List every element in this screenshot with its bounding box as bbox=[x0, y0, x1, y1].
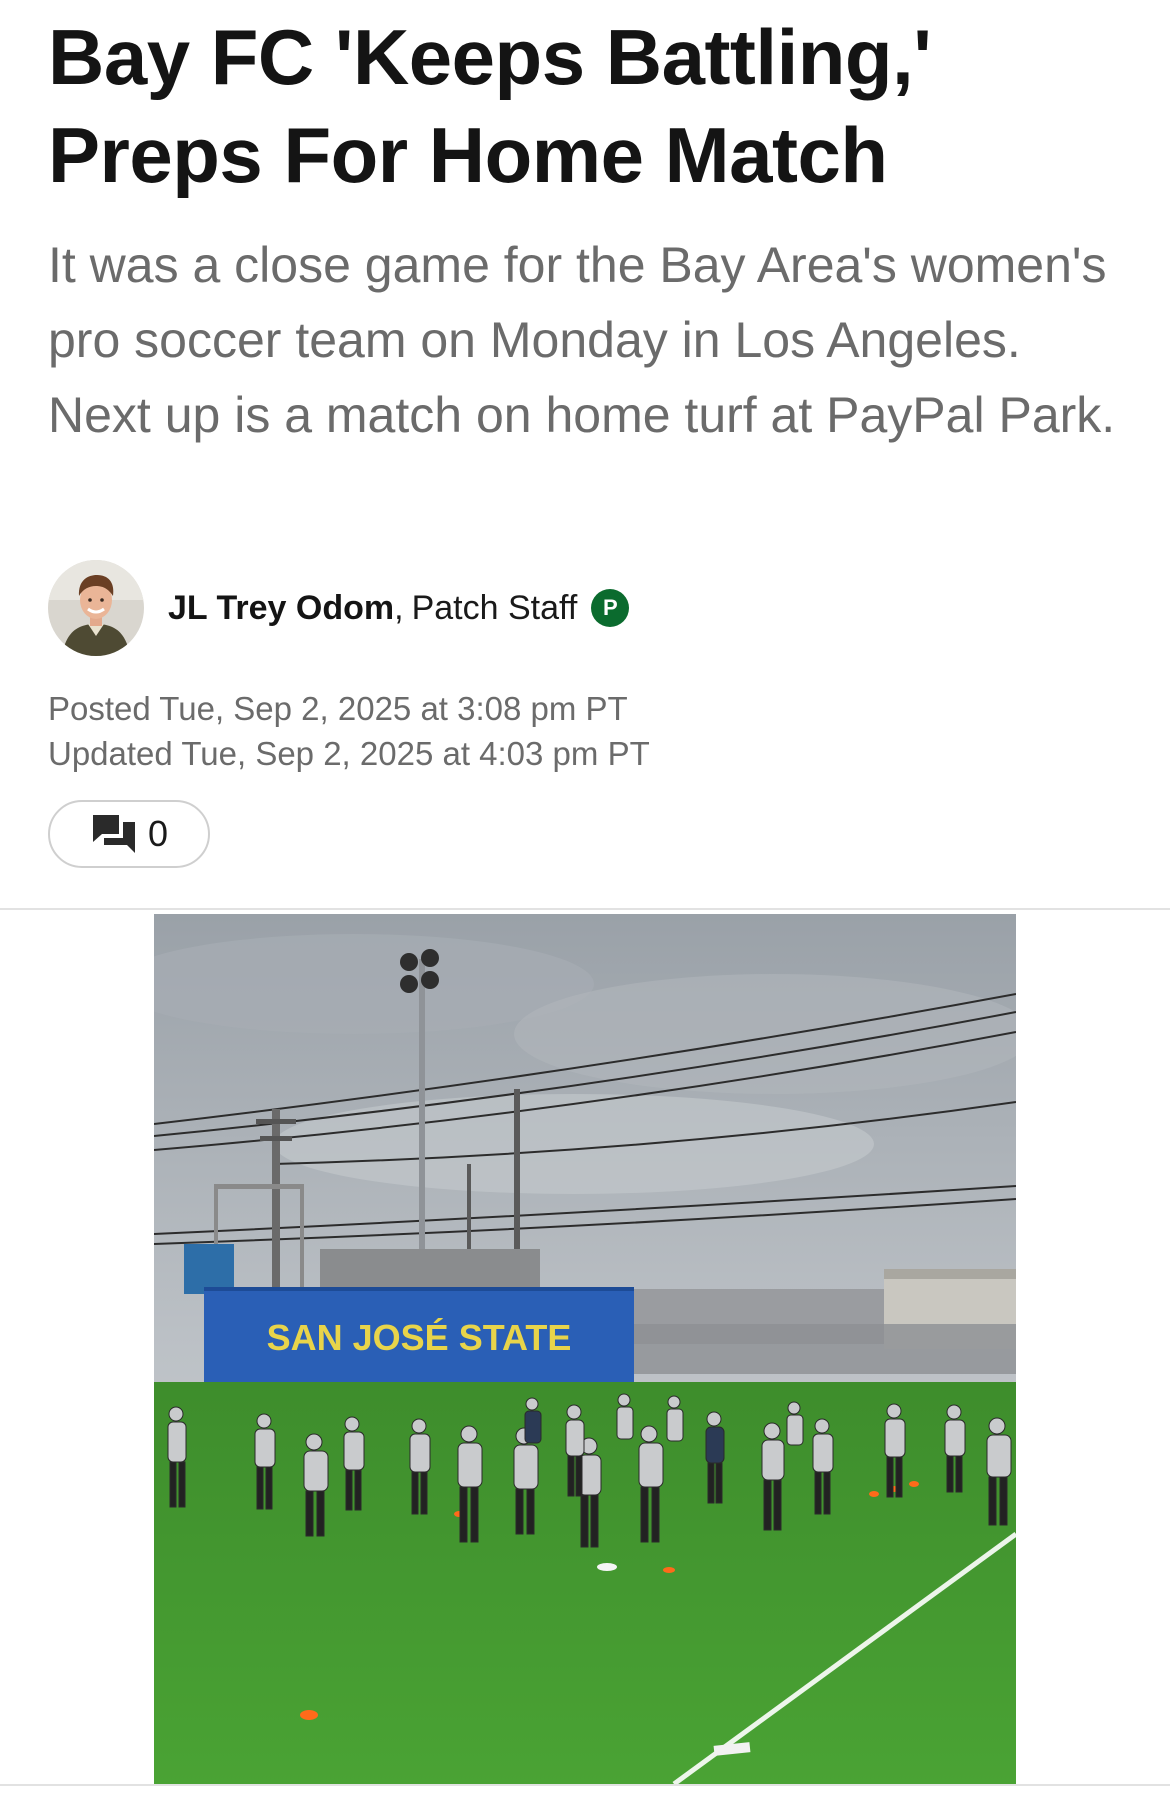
author-separator: , bbox=[394, 589, 404, 627]
author-role: Patch Staff bbox=[411, 589, 578, 627]
author-name[interactable]: JL Trey Odom bbox=[168, 588, 394, 628]
comment-icon bbox=[90, 812, 138, 856]
banner-text: SAN JOSÉ STATE bbox=[267, 1317, 572, 1358]
patch-badge-icon: P bbox=[591, 589, 630, 627]
article-dek: It was a close game for the Bay Area's w… bbox=[48, 237, 1116, 443]
posted-date: Posted Tue, Sep 2, 2025 at 3:08 pm PT bbox=[48, 690, 628, 727]
comments-button[interactable]: 0 bbox=[48, 800, 210, 868]
author-info: JL Trey Odom, Patch Staff P bbox=[168, 588, 630, 628]
comment-count: 0 bbox=[147, 813, 169, 854]
article-dates: Posted Tue, Sep 2, 2025 at 3:08 pm PT Up… bbox=[48, 686, 650, 776]
byline: JL Trey Odom, Patch Staff P bbox=[48, 560, 630, 656]
article-photo-frame: SAN JOSÉ STATE bbox=[0, 908, 1170, 1786]
headline: Bay FC 'Keeps Battling,' Preps For Home … bbox=[48, 13, 932, 199]
article-photo[interactable]: SAN JOSÉ STATE bbox=[154, 914, 1016, 1784]
updated-date: Updated Tue, Sep 2, 2025 at 4:03 pm PT bbox=[48, 735, 650, 772]
article: Bay FC 'Keeps Battling,' Preps For Home … bbox=[0, 0, 1170, 1806]
author-avatar[interactable] bbox=[48, 560, 144, 656]
